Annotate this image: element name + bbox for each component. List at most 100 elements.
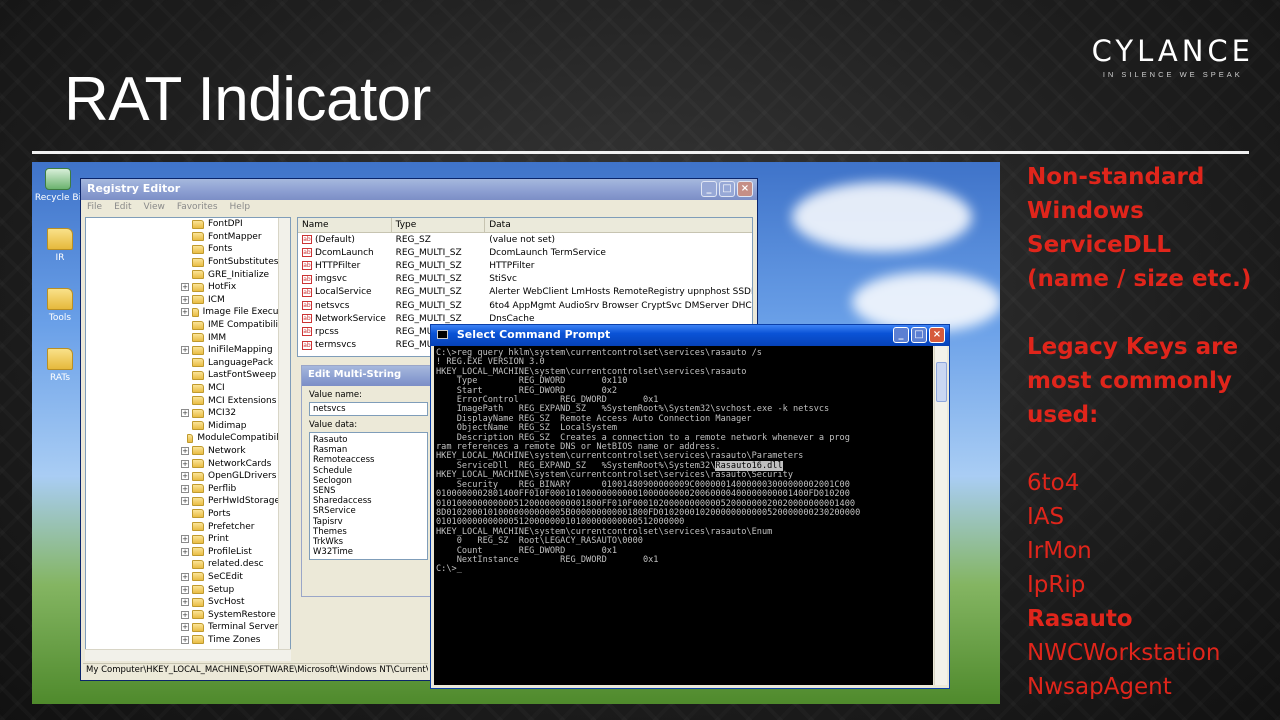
expand-icon[interactable]: +: [181, 295, 189, 304]
expand-icon[interactable]: +: [181, 497, 189, 506]
folder-icon: [192, 572, 204, 582]
menu-favorites[interactable]: Favorites: [177, 202, 218, 214]
tree-item[interactable]: related.desc: [86, 558, 290, 571]
tree-item[interactable]: + Setup: [86, 583, 290, 596]
tree-item[interactable]: LastFontSweep: [86, 369, 290, 382]
tree-item[interactable]: LanguagePack: [86, 357, 290, 370]
menu-help[interactable]: Help: [230, 202, 251, 214]
expand-icon[interactable]: +: [181, 535, 189, 544]
edit-multi-string-dialog: Edit Multi-String Value name: netsvcs Va…: [301, 365, 436, 597]
tree-item[interactable]: + SystemRestore: [86, 608, 290, 621]
tree-item[interactable]: Prefetcher: [86, 520, 290, 533]
service-name: IAS: [1027, 504, 1065, 530]
value-data-textarea[interactable]: Rasauto Rasman Remoteaccess Schedule Seclogo…: [309, 432, 428, 560]
menu-edit[interactable]: Edit: [114, 202, 131, 214]
cmd-titlebar[interactable]: Select Command Prompt _ □ ×: [431, 325, 949, 346]
tree-item[interactable]: FontSubstitutes: [86, 256, 290, 269]
expand-icon[interactable]: +: [181, 459, 189, 468]
tree-item[interactable]: + Perflib: [86, 482, 290, 495]
column-header-data[interactable]: Data: [485, 218, 752, 232]
tree-item[interactable]: + Time Zones: [86, 634, 290, 647]
tree-item-label: Fonts: [208, 244, 233, 255]
registry-tree[interactable]: FontDPI FontMapper Fonts FontSubstitutes GRE…: [85, 217, 291, 661]
tree-item-label: Print: [208, 534, 229, 545]
tree-item[interactable]: MCI: [86, 382, 290, 395]
folder-icon: [192, 345, 204, 355]
list-item[interactable]: ab DcomLaunch REG_MULTI_SZ DcomLaunch TermS…: [298, 246, 752, 259]
expand-icon[interactable]: +: [181, 585, 189, 594]
list-item[interactable]: ab (Default) REG_SZ (value not set): [298, 233, 752, 246]
tree-item[interactable]: + IniFileMapping: [86, 344, 290, 357]
tree-item[interactable]: Fonts: [86, 243, 290, 256]
folder-icon: [192, 597, 204, 607]
expand-icon[interactable]: +: [181, 446, 189, 455]
maximize-button[interactable]: □: [719, 181, 735, 197]
tree-scrollbar[interactable]: [278, 218, 290, 660]
tree-item[interactable]: + NetworkCards: [86, 457, 290, 470]
tree-item[interactable]: + Image File Executio: [86, 306, 290, 319]
minimize-button[interactable]: _: [701, 181, 717, 197]
tree-item[interactable]: + Print: [86, 533, 290, 546]
expand-icon[interactable]: +: [181, 472, 189, 481]
expand-icon[interactable]: +: [181, 635, 189, 644]
string-value-icon: ab: [302, 261, 312, 271]
string-value-icon: ab: [302, 274, 312, 284]
tree-item[interactable]: + ICM: [86, 294, 290, 307]
tree-horizontal-scrollbar[interactable]: [85, 649, 291, 661]
tree-item[interactable]: IMM: [86, 331, 290, 344]
note-line: used:: [1027, 402, 1099, 428]
tree-item[interactable]: + Terminal Server: [86, 621, 290, 634]
list-item[interactable]: ab imgsvc REG_MULTI_SZ StiSvc: [298, 273, 752, 286]
expand-icon[interactable]: +: [181, 283, 189, 292]
tree-item[interactable]: IME Compatibility: [86, 319, 290, 332]
expand-icon[interactable]: +: [181, 409, 189, 418]
menu-file[interactable]: File: [87, 202, 102, 214]
minimize-button[interactable]: _: [893, 327, 909, 343]
tree-item[interactable]: + HotFix: [86, 281, 290, 294]
expand-icon[interactable]: +: [181, 547, 189, 556]
tree-item[interactable]: + ProfileList: [86, 545, 290, 558]
registry-editor-titlebar[interactable]: Registry Editor _ □ ×: [81, 179, 757, 200]
tree-item[interactable]: GRE_Initialize: [86, 268, 290, 281]
tree-item[interactable]: + MCI32: [86, 407, 290, 420]
column-header-name[interactable]: Name: [298, 218, 392, 232]
tree-item[interactable]: + Network: [86, 445, 290, 458]
cmd-output[interactable]: C:\>reg query hklm\system\currentcontrol…: [434, 346, 933, 685]
command-prompt-window: Select Command Prompt _ □ × C:\>reg quer…: [430, 324, 950, 689]
tree-item[interactable]: Ports: [86, 508, 290, 521]
tree-item[interactable]: + SeCEdit: [86, 571, 290, 584]
column-header-type[interactable]: Type: [392, 218, 486, 232]
folder-icon: [192, 522, 204, 532]
expand-icon[interactable]: +: [181, 484, 189, 493]
tree-item-label: OpenGLDrivers: [208, 471, 277, 482]
tree-item[interactable]: FontMapper: [86, 231, 290, 244]
multi-string-line: Seclogon: [313, 475, 352, 486]
tree-item[interactable]: Midimap: [86, 420, 290, 433]
tree-item[interactable]: MCI Extensions: [86, 394, 290, 407]
tree-item[interactable]: FontDPI: [86, 218, 290, 231]
expand-icon[interactable]: +: [181, 623, 189, 632]
expand-icon[interactable]: +: [181, 598, 189, 607]
expand-icon[interactable]: +: [181, 308, 189, 317]
close-button[interactable]: ×: [737, 181, 753, 197]
tree-item[interactable]: + SvcHost: [86, 596, 290, 609]
maximize-button[interactable]: □: [911, 327, 927, 343]
list-item[interactable]: ab LocalService REG_MULTI_SZ Alerter WebCli…: [298, 286, 752, 299]
expand-icon[interactable]: +: [181, 346, 189, 355]
close-button[interactable]: ×: [929, 327, 945, 343]
expand-icon[interactable]: +: [181, 610, 189, 619]
expand-icon[interactable]: +: [181, 572, 189, 581]
list-item[interactable]: ab HTTPFilter REG_MULTI_SZ HTTPFilter: [298, 259, 752, 272]
tree-item-label: LanguagePack: [208, 357, 274, 368]
cmd-scrollbar[interactable]: [934, 346, 947, 685]
tree-item[interactable]: + OpenGLDrivers: [86, 470, 290, 483]
tree-item[interactable]: + PerHwIdStorage: [86, 495, 290, 508]
value-name-field[interactable]: netsvcs: [309, 402, 428, 416]
cmd-scroll-thumb[interactable]: [936, 362, 947, 402]
dialog-titlebar[interactable]: Edit Multi-String: [302, 366, 435, 386]
tree-item[interactable]: ModuleCompatibility: [86, 432, 290, 445]
folder-icon: [47, 288, 73, 310]
list-item[interactable]: ab netsvcs REG_MULTI_SZ 6to4 AppMgmt AudioS…: [298, 299, 752, 312]
menu-view[interactable]: View: [144, 202, 165, 214]
value-name: (Default): [315, 234, 355, 245]
